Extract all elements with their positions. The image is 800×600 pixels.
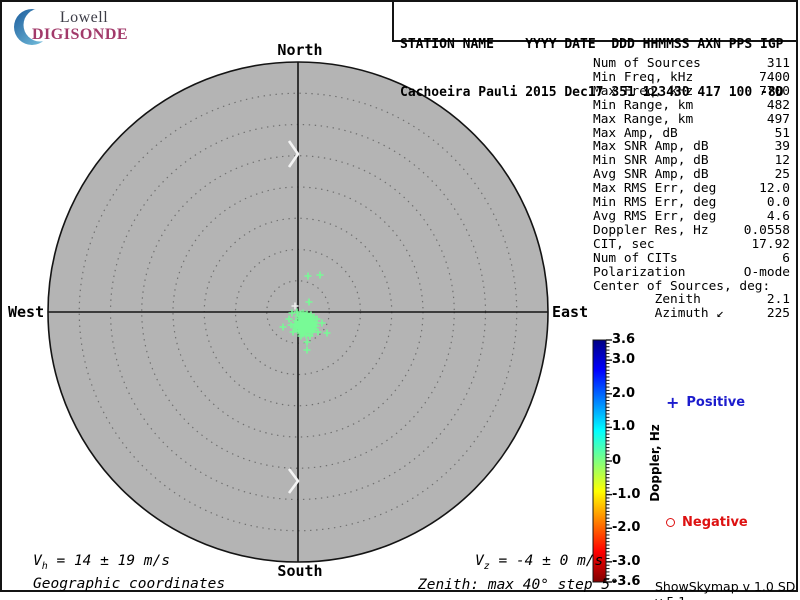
colorbar-axis-title: Doppler, Hz — [648, 424, 662, 502]
stat-label: Avg SNR Amp, dB — [593, 167, 709, 183]
stat-label: Num of CITs — [593, 250, 678, 266]
legend-positive: + Positive — [666, 393, 746, 412]
stat-value: 482 — [766, 97, 790, 113]
stat-value: 6 — [782, 250, 790, 266]
stat-value: 311 — [766, 56, 790, 71]
stat-value: 7400 — [759, 69, 790, 85]
stat-row: Max Range, km 497 — [593, 111, 790, 127]
stat-row: Max RMS Err, deg 12.0 — [593, 182, 790, 196]
stat-row: Min Range, km 482 — [593, 97, 790, 113]
stat-label: Min SNR Amp, dB — [593, 153, 709, 169]
stat-value: 225 — [766, 306, 790, 322]
showskymap-window: Lowell DIGISONDE STATION NAME YYYY DATE … — [0, 0, 800, 600]
logo-lowell-text: Lowell — [59, 9, 109, 26]
logo-digisonde-text: DIGISONDE — [32, 26, 129, 43]
vertical-velocity-readout: Vz = -4 ± 0 m/s — [475, 553, 604, 572]
zenith-scale-label: Zenith: max 40° step 5° — [418, 577, 619, 593]
stat-label: Avg RMS Err, deg — [593, 208, 717, 224]
plus-marker-icon: + — [666, 393, 680, 412]
stat-value: O-mode — [743, 264, 790, 280]
stat-label: Zenith — [593, 292, 701, 308]
compass-label-south: South — [277, 562, 323, 580]
stat-row: Min Freq, kHz 7400 — [593, 69, 790, 85]
stat-value: 12.0 — [759, 181, 790, 197]
header-divider-vertical — [392, 0, 394, 42]
legend-positive-label: Positive — [686, 395, 746, 410]
stat-row: Num of CITs 6 — [593, 250, 790, 266]
colorbar-tick-label: 1.0 — [612, 419, 636, 435]
stat-label: Max SNR Amp, dB — [593, 139, 709, 155]
stat-row: Avg SNR Amp, dB 25 — [593, 168, 790, 182]
stat-label: Min Range, km — [593, 97, 694, 113]
stat-row: Azimuth ↙ 225 — [593, 307, 790, 321]
stat-value: 0.0558 — [743, 222, 790, 238]
stat-label: Azimuth ↙ — [593, 306, 724, 322]
lowell-digisonde-logo: Lowell DIGISONDE — [10, 5, 130, 49]
stat-label: Polarization — [593, 264, 686, 280]
colorbar-tick-label: -2.0 — [612, 520, 641, 536]
stat-value: 25 — [774, 167, 790, 183]
colorbar-tick-label: 3.6 — [612, 332, 636, 348]
colorbar-tick-label: 3.0 — [612, 352, 636, 368]
stat-row: Num of Sources 311 — [593, 57, 790, 71]
stat-label: Max Freq, kHz — [593, 83, 694, 99]
stat-value: 51 — [774, 125, 790, 141]
stat-label: Num of Sources — [593, 56, 701, 71]
stat-value: 2.1 — [766, 292, 790, 308]
stat-row: Max Amp, dB 51 — [593, 125, 790, 141]
measurement-stats-panel: Num of Sources 311 Min Freq, kHz 7400 Max Fr… — [593, 57, 790, 321]
stat-value: 0.0 — [766, 195, 790, 211]
compass-label-north: North — [277, 41, 323, 59]
stat-row: Min RMS Err, deg 0.0 — [593, 196, 790, 210]
stat-value: 7700 — [759, 83, 790, 99]
stat-row: CIT, sec 17.92 — [593, 236, 790, 252]
stat-row: Doppler Res, Hz 0.0558 — [593, 222, 790, 238]
app-version-label: ShowSkymap v 1.0 SD v 5.1 — [655, 579, 796, 600]
stat-value: 497 — [766, 111, 790, 127]
stat-label: CIT, sec — [593, 236, 655, 252]
colorbar-tick-label: 0 — [612, 453, 622, 469]
compass-label-west: West — [8, 303, 45, 321]
stat-label: Doppler Res, Hz — [593, 222, 709, 238]
stat-label: Center of Sources, deg: — [593, 278, 771, 294]
stat-label: Max Amp, dB — [593, 125, 678, 141]
horizontal-velocity-readout: Vh = 14 ± 19 m/s — [33, 553, 170, 572]
circle-marker-icon — [666, 518, 675, 527]
station-header-columns: STATION NAME YYYY DATE DDD HHMMSS AXN PP… — [400, 37, 784, 52]
stat-row: Polarization O-mode — [593, 264, 790, 280]
coordinate-system-label: Geographic coordinates — [33, 576, 226, 592]
stat-value: 12 — [774, 153, 790, 169]
colorbar-tick-label: -1.0 — [612, 486, 641, 502]
colorbar-tick-label: 2.0 — [612, 385, 636, 401]
stat-row: Max Freq, kHz 7700 — [593, 83, 790, 99]
stat-value: 17.92 — [751, 236, 790, 252]
legend-negative: Negative — [666, 515, 748, 530]
stat-row: Avg RMS Err, deg 4.6 — [593, 210, 790, 224]
legend-negative-label: Negative — [682, 515, 748, 530]
stat-label: Min Freq, kHz — [593, 69, 694, 85]
colorbar-tick-label: -3.0 — [612, 554, 641, 570]
stat-label: Min RMS Err, deg — [593, 195, 717, 211]
stat-row: Min SNR Amp, dB 12 — [593, 154, 790, 168]
compass-label-east: East — [552, 303, 589, 321]
stat-row: Center of Sources, deg: — [593, 278, 790, 294]
stat-row: Max SNR Amp, dB 39 — [593, 140, 790, 154]
stat-label: Max Range, km — [593, 111, 694, 127]
stat-value: 4.6 — [766, 208, 790, 224]
stat-label: Max RMS Err, deg — [593, 181, 717, 197]
stat-value: 39 — [774, 139, 790, 155]
stat-row: Zenith 2.1 — [593, 293, 790, 307]
